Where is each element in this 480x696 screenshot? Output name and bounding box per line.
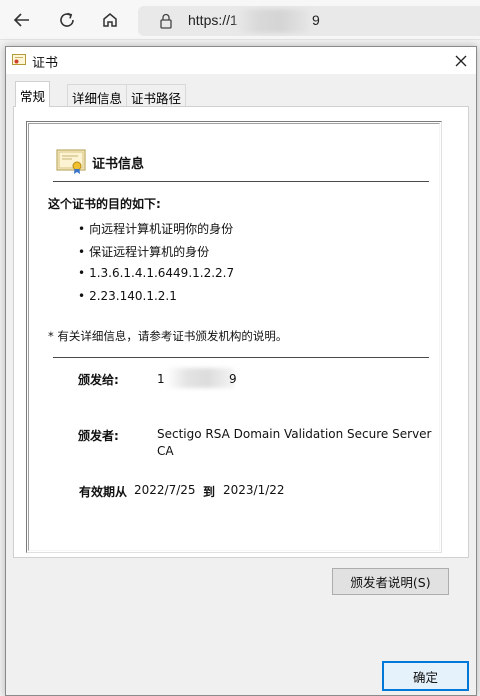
certificate-dialog: 证书 详细信息 证书路径 常规 证书信息 这个证书的目的如下: • 向远程计算机证… [5,46,477,696]
lock-icon[interactable] [159,13,173,29]
purpose-heading: 这个证书的目的如下: [48,197,161,211]
home-button[interactable] [96,6,124,34]
purpose-item: • 向远程计算机证明你的身份 [78,222,234,236]
purpose-item: • 保证远程计算机的身份 [78,245,210,259]
purpose-item: • 1.3.6.1.4.1.6449.1.2.2.7 [78,266,235,280]
dialog-titlebar: 证书 [6,47,476,74]
tab-general-label: 常规 [20,89,46,104]
address-bar[interactable]: https://1 9 [138,6,480,36]
issued-by-value: Sectigo RSA Domain Validation Secure Ser… [157,427,432,458]
certificate-info-title: 证书信息 [92,157,145,172]
tab-general[interactable]: 常规 [15,81,51,107]
tab-details-label: 详细信息 [72,91,123,106]
close-button[interactable] [450,50,472,72]
issued-to-redacted [166,368,234,388]
back-arrow-icon [13,13,29,27]
browser-toolbar: https://1 9 [0,0,480,40]
refresh-button[interactable] [53,6,81,34]
back-button[interactable] [8,6,36,34]
tab-cert-path[interactable]: 证书路径 [126,84,187,106]
issued-by-label: 颁发者: [78,429,119,443]
validity-label: 有效期从 [79,485,128,499]
refresh-icon [60,12,74,27]
issued-to-prefix: 1 [157,372,165,386]
validity-to-label: 到 [203,485,216,499]
issuer-statement-button[interactable]: 颁发者说明(S) [332,568,449,595]
issued-to-suffix: 9 [229,372,237,386]
tab-details[interactable]: 详细信息 [67,84,128,106]
purpose-item: • 2.23.140.1.2.1 [78,289,177,303]
divider [53,181,429,182]
divider [53,357,429,358]
tab-cert-path-label: 证书路径 [131,91,182,106]
url-prefix: https://1 [188,12,238,28]
url-redacted [236,9,310,33]
home-icon [103,13,117,27]
ok-button[interactable]: 确定 [382,661,469,691]
issued-to-label: 颁发给: [78,373,119,387]
valid-to: 2023/1/22 [223,483,285,497]
dialog-title: 证书 [32,56,59,71]
close-icon [455,55,467,67]
certificate-badge-icon [56,149,86,174]
url-suffix: 9 [312,12,320,28]
valid-from: 2022/7/25 [134,483,196,497]
details-note: * 有关详细信息，请参考证书颁发机构的说明。 [48,329,288,343]
certificate-icon [12,54,26,65]
